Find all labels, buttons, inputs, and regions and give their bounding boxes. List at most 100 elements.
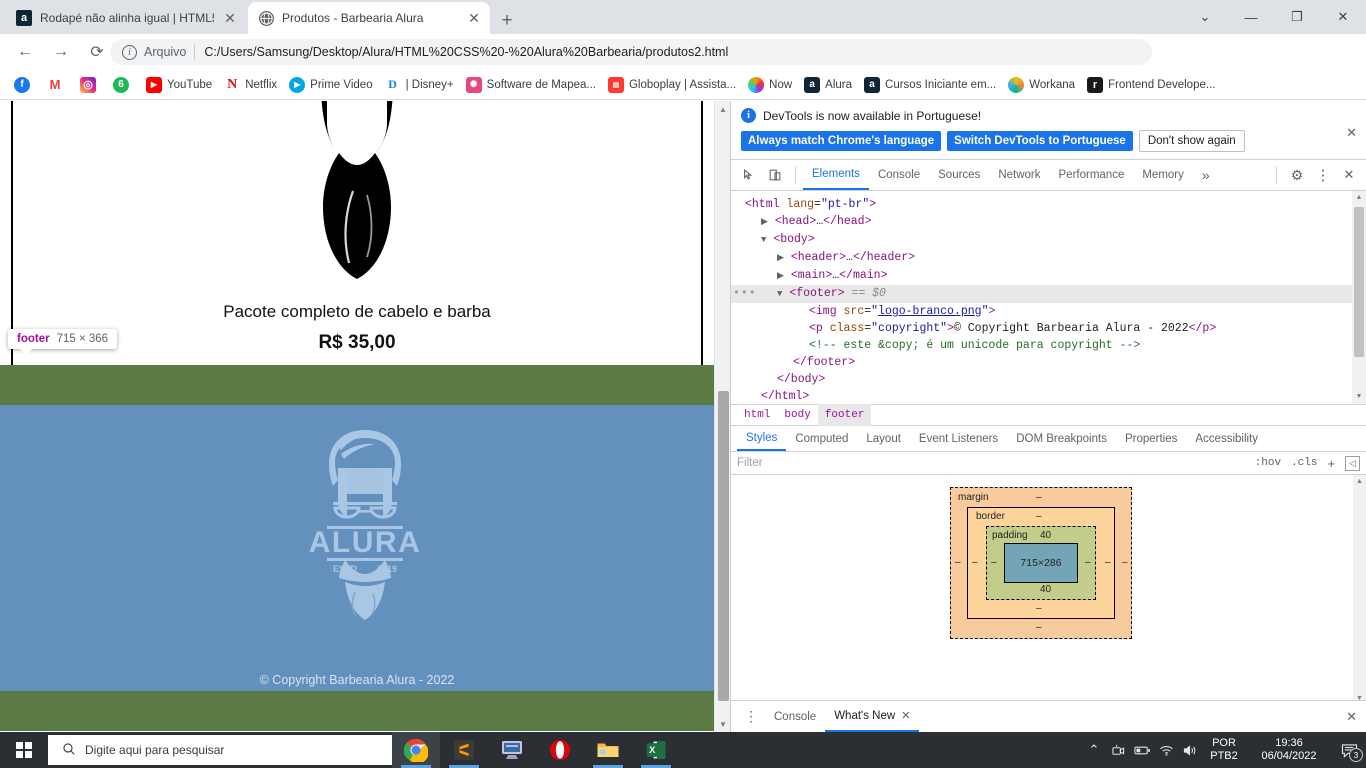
- expand-triangle-icon[interactable]: ▶: [761, 217, 768, 227]
- drawer-tab-console[interactable]: Console: [765, 701, 825, 732]
- breadcrumb-item-body[interactable]: body: [777, 404, 817, 426]
- scrollbar-thumb[interactable]: [1354, 207, 1364, 357]
- breadcrumb-item-html[interactable]: html: [737, 404, 777, 426]
- margin-right-value[interactable]: –: [1122, 557, 1128, 568]
- drawer-menu-icon[interactable]: ⋮: [737, 701, 765, 732]
- notifications-button[interactable]: 3: [1332, 732, 1366, 768]
- back-icon[interactable]: ←: [10, 37, 40, 67]
- tab-properties[interactable]: Properties: [1116, 426, 1186, 451]
- bookmark-now[interactable]: Now: [742, 73, 798, 97]
- tab-styles[interactable]: Styles: [737, 426, 787, 451]
- expand-triangle-icon[interactable]: ▶: [777, 253, 784, 263]
- breadcrumb-item-footer[interactable]: footer: [817, 404, 872, 426]
- drawer-tab-whats-new[interactable]: What's New ✕: [825, 701, 920, 732]
- start-button[interactable]: [0, 732, 48, 768]
- devtools-more-icon[interactable]: ⋮: [1310, 162, 1336, 188]
- scroll-up-icon[interactable]: ▲: [1352, 191, 1366, 205]
- taskbar-app-file-explorer[interactable]: [584, 732, 632, 768]
- border-left-value[interactable]: –: [972, 557, 978, 568]
- bookmark-prime-video[interactable]: ▶ Prime Video: [283, 73, 378, 97]
- box-model-content[interactable]: 715×286: [1004, 543, 1078, 583]
- volume-icon[interactable]: [1178, 732, 1202, 768]
- devtools-tab-console[interactable]: Console: [869, 160, 929, 190]
- new-tab-button[interactable]: +: [493, 6, 521, 34]
- bookmark-disney-plus[interactable]: D | Disney+: [379, 73, 460, 97]
- bookmark-youtube[interactable]: ▶ YouTube: [140, 73, 218, 97]
- bookmark-gmail[interactable]: M: [41, 73, 74, 97]
- border-bottom-value[interactable]: –: [1036, 603, 1042, 614]
- margin-bottom-value[interactable]: –: [1036, 622, 1042, 633]
- bookmark-instagram[interactable]: ◎: [74, 73, 107, 97]
- tab-event-listeners[interactable]: Event Listeners: [910, 426, 1007, 451]
- new-style-rule-icon[interactable]: +: [1327, 456, 1335, 471]
- minimize-icon[interactable]: —: [1228, 0, 1274, 34]
- gear-icon[interactable]: ⚙: [1284, 162, 1310, 188]
- close-icon[interactable]: ✕: [1346, 125, 1357, 141]
- chevron-down-icon[interactable]: ⌄: [1182, 0, 1228, 34]
- taskbar-app-chrome[interactable]: [392, 732, 440, 768]
- padding-left-value[interactable]: –: [991, 557, 997, 568]
- browser-tab-2[interactable]: Produtos - Barbearia Alura ✕: [248, 2, 490, 34]
- devtools-tab-performance[interactable]: Performance: [1050, 160, 1134, 190]
- node-menu-icon[interactable]: •••: [733, 285, 757, 302]
- inspect-element-icon[interactable]: [736, 162, 762, 188]
- dom-tree-node[interactable]: ▼ <body>: [731, 231, 1366, 249]
- border-right-value[interactable]: –: [1105, 557, 1111, 568]
- bookmark-spotify[interactable]: 6: [107, 73, 140, 97]
- wifi-icon[interactable]: [1154, 732, 1178, 768]
- taskbar-search-box[interactable]: Digite aqui para pesquisar: [48, 735, 392, 765]
- tab-accessibility[interactable]: Accessibility: [1186, 426, 1267, 451]
- bookmark-frontend-developer[interactable]: r Frontend Develope...: [1081, 73, 1221, 97]
- dom-tree-node[interactable]: <html lang="pt-br">: [731, 196, 1366, 213]
- dom-tree-node[interactable]: ▶ <header>…</header>: [731, 249, 1366, 267]
- bookmark-globoplay[interactable]: ▤ Globoplay | Assista...: [602, 73, 742, 97]
- scroll-down-icon[interactable]: ▼: [715, 716, 731, 732]
- bookmark-facebook[interactable]: f: [8, 73, 41, 97]
- dont-show-again-button[interactable]: Don't show again: [1138, 130, 1245, 152]
- dom-tree-node[interactable]: <!-- este &copy; é um unicode para copyr…: [731, 337, 1366, 354]
- close-icon[interactable]: ✕: [901, 709, 910, 722]
- margin-left-value[interactable]: –: [955, 557, 961, 568]
- dom-tree-node[interactable]: <p class="copyright">© Copyright Barbear…: [731, 320, 1366, 337]
- padding-right-value[interactable]: –: [1085, 557, 1091, 568]
- padding-bottom-value[interactable]: 40: [1040, 584, 1051, 595]
- bookmark-netflix[interactable]: N Netflix: [218, 73, 283, 97]
- expand-triangle-icon[interactable]: ▼: [777, 289, 782, 299]
- show-hidden-icons-icon[interactable]: ⌃: [1082, 732, 1106, 768]
- restore-icon[interactable]: ❐: [1274, 0, 1320, 34]
- tab-computed[interactable]: Computed: [786, 426, 857, 451]
- scrollbar-thumb[interactable]: [718, 391, 729, 701]
- border-top-value[interactable]: –: [1036, 511, 1042, 522]
- address-bar[interactable]: i Arquivo C:/Users/Samsung/Desktop/Alura…: [110, 39, 1152, 65]
- clock[interactable]: 19:36 06/04/2022: [1246, 737, 1332, 763]
- devtools-tabs-overflow-icon[interactable]: »: [1193, 160, 1219, 190]
- battery-icon[interactable]: [1130, 732, 1154, 768]
- browser-tab-1[interactable]: a Rodapé não alinha igual | HTML5 ✕: [6, 2, 246, 34]
- close-icon[interactable]: ✕: [222, 10, 238, 26]
- dom-tree-node[interactable]: <img src="logo-branco.png">: [731, 303, 1366, 320]
- devtools-tab-elements[interactable]: Elements: [803, 160, 869, 190]
- dom-tree-node[interactable]: ▶ <head>…</head>: [731, 213, 1366, 231]
- close-icon[interactable]: ✕: [466, 10, 482, 26]
- padding-top-value[interactable]: 40: [1040, 530, 1051, 541]
- bookmark-workana[interactable]: Workana: [1002, 73, 1081, 97]
- expand-triangle-icon[interactable]: ▼: [761, 235, 766, 245]
- taskbar-app-opera[interactable]: [536, 732, 584, 768]
- camera-icon[interactable]: [1106, 732, 1130, 768]
- bookmark-cursos-iniciante[interactable]: a Cursos Iniciante em...: [858, 73, 1002, 97]
- taskbar-app-sublime-text[interactable]: [440, 732, 488, 768]
- switch-to-portuguese-button[interactable]: Switch DevTools to Portuguese: [947, 131, 1133, 151]
- devtools-close-icon[interactable]: ✕: [1336, 162, 1362, 188]
- dom-tree-node[interactable]: </body>: [731, 371, 1366, 388]
- computed-sidebar-toggle-icon[interactable]: ◁: [1345, 455, 1360, 471]
- dom-tree-node[interactable]: </footer>: [731, 354, 1366, 371]
- tab-dom-breakpoints[interactable]: DOM Breakpoints: [1007, 426, 1116, 451]
- device-toolbar-icon[interactable]: [762, 162, 788, 188]
- styles-scrollbar[interactable]: ▲ ▼: [1353, 475, 1366, 705]
- cls-toggle[interactable]: .cls: [1291, 457, 1317, 469]
- filter-input[interactable]: Filter: [737, 457, 763, 469]
- bookmark-alura[interactable]: a Alura: [798, 73, 858, 97]
- margin-top-value[interactable]: –: [1036, 492, 1042, 503]
- site-info-icon[interactable]: i: [122, 44, 137, 60]
- forward-icon[interactable]: →: [46, 37, 76, 67]
